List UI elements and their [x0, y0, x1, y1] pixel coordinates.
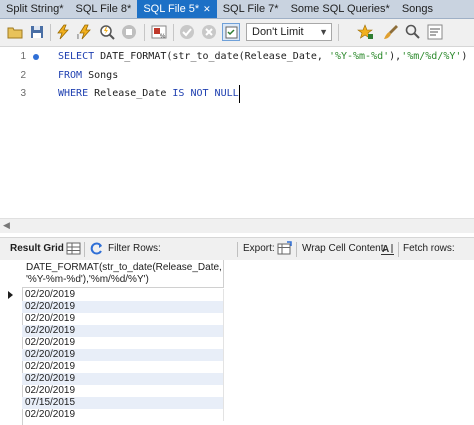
table-row[interactable]: 02/20/2019	[0, 325, 224, 337]
tab-label: SQL File 7*	[222, 3, 279, 15]
execute-icon[interactable]	[54, 23, 72, 41]
sql-editor-toolbar: I % Don't Limit ▼	[0, 19, 474, 47]
wrap-cell-label: Wrap Cell Content:	[302, 243, 387, 254]
tab-songs[interactable]: Songs	[396, 0, 439, 18]
fetch-rows-label: Fetch rows:	[403, 243, 455, 254]
code-text: WHERE Release_Date IS NOT NULL	[58, 85, 240, 103]
limit-rows-select[interactable]: Don't Limit ▼	[246, 23, 332, 41]
refresh-icon[interactable]	[89, 241, 104, 256]
tab-label: SQL File 8*	[75, 3, 132, 15]
code-text: FROM Songs	[58, 70, 119, 81]
tab-sql-file-7[interactable]: SQL File 7*	[217, 0, 285, 18]
table-row[interactable]: 02/20/2019	[0, 409, 224, 421]
editor-tab-bar: Split String* SQL File 8* SQL File 5* ✕ S…	[0, 0, 474, 19]
save-icon[interactable]	[28, 23, 46, 41]
table-row[interactable]: 02/20/2019	[0, 361, 224, 373]
statement-marker-icon	[33, 54, 39, 60]
result-grid-label: Result Grid	[10, 243, 64, 254]
stop-icon[interactable]	[120, 23, 138, 41]
table-row[interactable]: 02/20/2019	[0, 337, 224, 349]
table-row[interactable]: 02/20/2019	[0, 313, 224, 325]
table-cell[interactable]: 07/15/2015	[22, 397, 224, 409]
table-cell[interactable]: 02/20/2019	[22, 325, 224, 337]
line-number: 3	[20, 88, 26, 99]
table-row[interactable]: 02/20/2019	[0, 301, 224, 313]
table-row[interactable]: 02/20/2019	[0, 373, 224, 385]
brush-icon[interactable]	[382, 23, 400, 41]
table-cell[interactable]: 02/20/2019	[22, 301, 224, 313]
table-row[interactable]: 02/20/2019	[0, 289, 224, 301]
filter-rows-label: Filter Rows:	[108, 243, 161, 254]
result-toolbar: Result Grid Filter Rows: Export: Wrap Ce…	[0, 237, 474, 261]
svg-text:A: A	[382, 244, 389, 255]
close-icon[interactable]: ✕	[203, 4, 211, 14]
tab-split-string[interactable]: Split String*	[0, 0, 69, 18]
toggle-output-icon[interactable]	[222, 23, 240, 41]
scroll-left-icon[interactable]: ◀	[3, 220, 10, 231]
svg-text:I: I	[77, 34, 79, 41]
svg-text:%: %	[160, 34, 166, 40]
table-cell[interactable]: 02/20/2019	[22, 373, 224, 385]
table-row[interactable]: 07/15/2015	[0, 397, 224, 409]
table-cell[interactable]: 02/20/2019	[22, 361, 224, 373]
tab-label: Songs	[401, 3, 434, 15]
table-cell[interactable]: 02/20/2019	[22, 349, 224, 361]
horizontal-scrollbar[interactable]: ◀	[0, 218, 474, 233]
result-grid: DATE_FORMAT(str_to_date(Release_Date, '%…	[0, 260, 474, 425]
toggle-autocommit-icon[interactable]: %	[150, 23, 168, 41]
execute-statement-icon[interactable]: I	[76, 23, 94, 41]
tab-some-sql-queries[interactable]: Some SQL Queries*	[285, 0, 396, 18]
code-line: 1 SELECT DATE_FORMAT(str_to_date(Release…	[0, 48, 474, 66]
column-header[interactable]: DATE_FORMAT(str_to_date(Release_Date, '%…	[22, 260, 224, 288]
tab-label: Some SQL Queries*	[290, 3, 390, 15]
table-cell[interactable]: 02/20/2019	[22, 337, 224, 349]
explain-icon[interactable]	[98, 23, 116, 41]
export-icon[interactable]	[277, 241, 292, 256]
commit-icon[interactable]	[178, 23, 196, 41]
table-cell[interactable]: 02/20/2019	[22, 385, 224, 397]
export-label: Export:	[243, 243, 275, 254]
chevron-down-icon: ▼	[319, 27, 328, 37]
sql-editor[interactable]: 1 SELECT DATE_FORMAT(str_to_date(Release…	[0, 47, 474, 217]
tab-label: Split String*	[6, 3, 64, 15]
line-number: 1	[20, 51, 26, 62]
line-number: 2	[20, 70, 26, 81]
table-row[interactable]: 02/20/2019	[0, 349, 224, 361]
wrap-cell-icon[interactable]: A	[380, 241, 395, 256]
current-row-icon	[8, 291, 13, 299]
bookmark-star-icon[interactable]	[356, 23, 374, 41]
code-line: 3 WHERE Release_Date IS NOT NULL	[0, 85, 474, 103]
tab-sql-file-8[interactable]: SQL File 8*	[69, 0, 137, 18]
rollback-icon[interactable]	[200, 23, 218, 41]
find-icon[interactable]	[404, 23, 422, 41]
folder-open-icon[interactable]	[6, 23, 24, 41]
tab-sql-file-5[interactable]: SQL File 5* ✕	[137, 0, 217, 18]
table-row[interactable]: 02/20/2019	[0, 385, 224, 397]
table-cell[interactable]: 02/20/2019	[22, 313, 224, 325]
grid-icon[interactable]	[66, 241, 81, 256]
tab-label: SQL File 5*	[143, 3, 200, 15]
code-line: 2 FROM Songs	[0, 67, 474, 85]
table-cell[interactable]: 02/20/2019	[22, 289, 224, 301]
code-text: SELECT DATE_FORMAT(str_to_date(Release_D…	[58, 51, 468, 62]
table-cell[interactable]: 02/20/2019	[22, 409, 224, 421]
wrap-icon[interactable]	[426, 23, 444, 41]
limit-rows-value: Don't Limit	[252, 26, 304, 38]
